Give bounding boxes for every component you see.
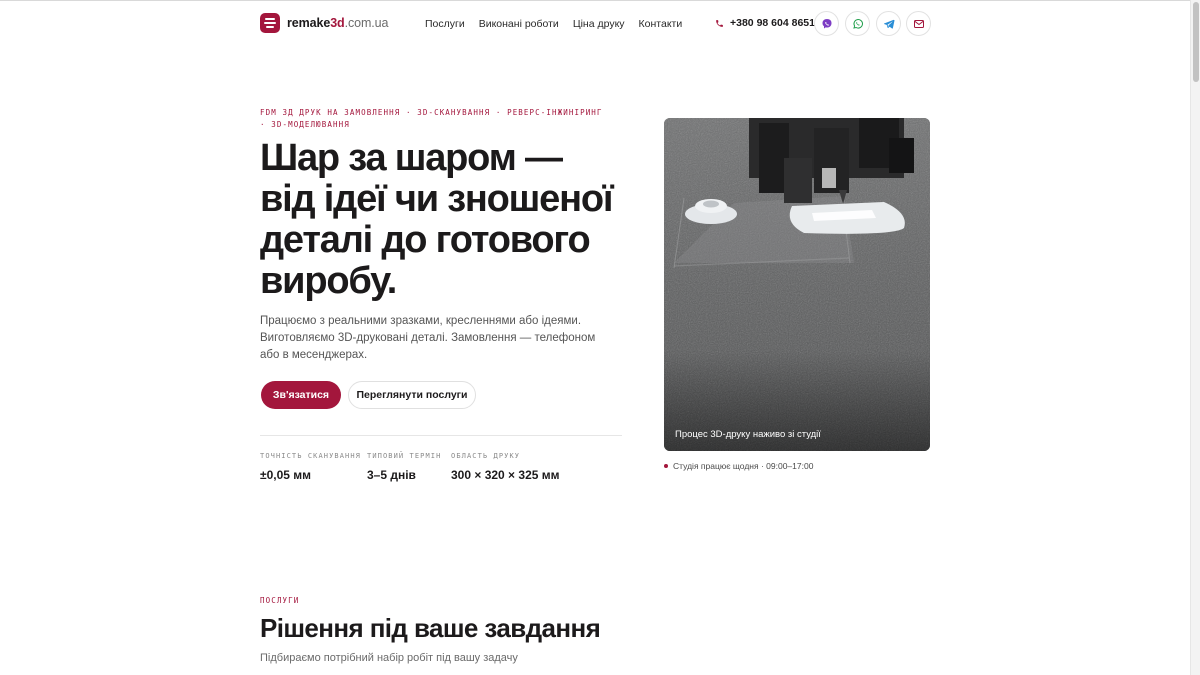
hero-description: Працюємо з реальними зразками, креслення…: [260, 315, 596, 361]
stat-value: 3–5 днів: [367, 468, 416, 482]
logo-3d: 3d: [330, 16, 345, 30]
nav-contacts[interactable]: Контакти: [639, 18, 683, 30]
studio-status: Студія працює щодня · 09:00–17:00: [664, 461, 813, 471]
stat-print-area: Область друку 300 × 320 × 325 мм: [451, 452, 560, 482]
stat-label: Точність сканування: [260, 452, 361, 460]
logo-brand: remake: [287, 16, 331, 30]
viber-icon: [822, 18, 831, 28]
studio-hours: Студія працює щодня · 09:00–17:00: [673, 461, 814, 471]
stats-divider: [260, 435, 622, 436]
mail-icon: [913, 19, 924, 28]
mail-button[interactable]: [906, 11, 931, 36]
print-process-video[interactable]: Процес 3D-друку наживо зі студії: [664, 118, 930, 451]
hero-title: Шар за шаром — від ідеї чи зношеної дета…: [260, 137, 614, 302]
hero-eyebrow: FDM 3Д друк на замовлення · 3D-скануванн…: [260, 108, 603, 129]
page-scrollbar[interactable]: [1190, 0, 1200, 675]
telegram-icon: [883, 19, 894, 29]
nav-pricing[interactable]: Ціна друку: [573, 18, 625, 30]
stat-value: 300 × 320 × 325 мм: [451, 468, 560, 482]
stat-value: ±0,05 мм: [260, 468, 312, 482]
logo-icon: [260, 13, 280, 33]
logo-link[interactable]: remake3d.com.ua: [260, 13, 388, 33]
stat-label: Область друку: [451, 452, 521, 460]
stat-typical-term: Типовий термін 3–5 днів: [367, 452, 441, 482]
contact-button[interactable]: Зв'язатися: [261, 381, 341, 409]
site-header: remake3d.com.ua Послуги Виконані роботи …: [0, 0, 1190, 46]
telegram-button[interactable]: [876, 11, 901, 36]
video-caption: Процес 3D-друку наживо зі студії: [675, 429, 821, 440]
whatsapp-button[interactable]: [845, 11, 870, 36]
services-subtitle: Підбираємо потрібний набір робіт під ваш…: [260, 652, 518, 664]
scrollbar-thumb[interactable]: [1193, 2, 1199, 82]
phone-number: +380 98 604 8651: [730, 17, 815, 29]
view-services-button[interactable]: Переглянути послуги: [348, 381, 476, 409]
stat-scan-accuracy: Точність сканування ±0,05 мм: [260, 452, 361, 482]
phone-icon: [716, 19, 723, 27]
stat-label: Типовий термін: [367, 452, 442, 460]
nav-services[interactable]: Послуги: [425, 18, 465, 30]
services-title: Рішення під ваше завдання: [260, 613, 601, 643]
main-nav: Послуги Виконані роботи Ціна друку Конта…: [425, 18, 682, 30]
viber-button[interactable]: [814, 11, 839, 36]
video-frame: [664, 118, 930, 451]
status-dot-icon: [664, 464, 668, 468]
nav-portfolio[interactable]: Виконані роботи: [479, 18, 559, 30]
whatsapp-icon: [852, 18, 863, 29]
phone-link[interactable]: +380 98 604 8651: [715, 17, 815, 29]
logo-domain: .com.ua: [344, 16, 389, 30]
logo-text: remake3d.com.ua: [287, 16, 388, 30]
services-eyebrow: Послуги: [260, 596, 300, 605]
